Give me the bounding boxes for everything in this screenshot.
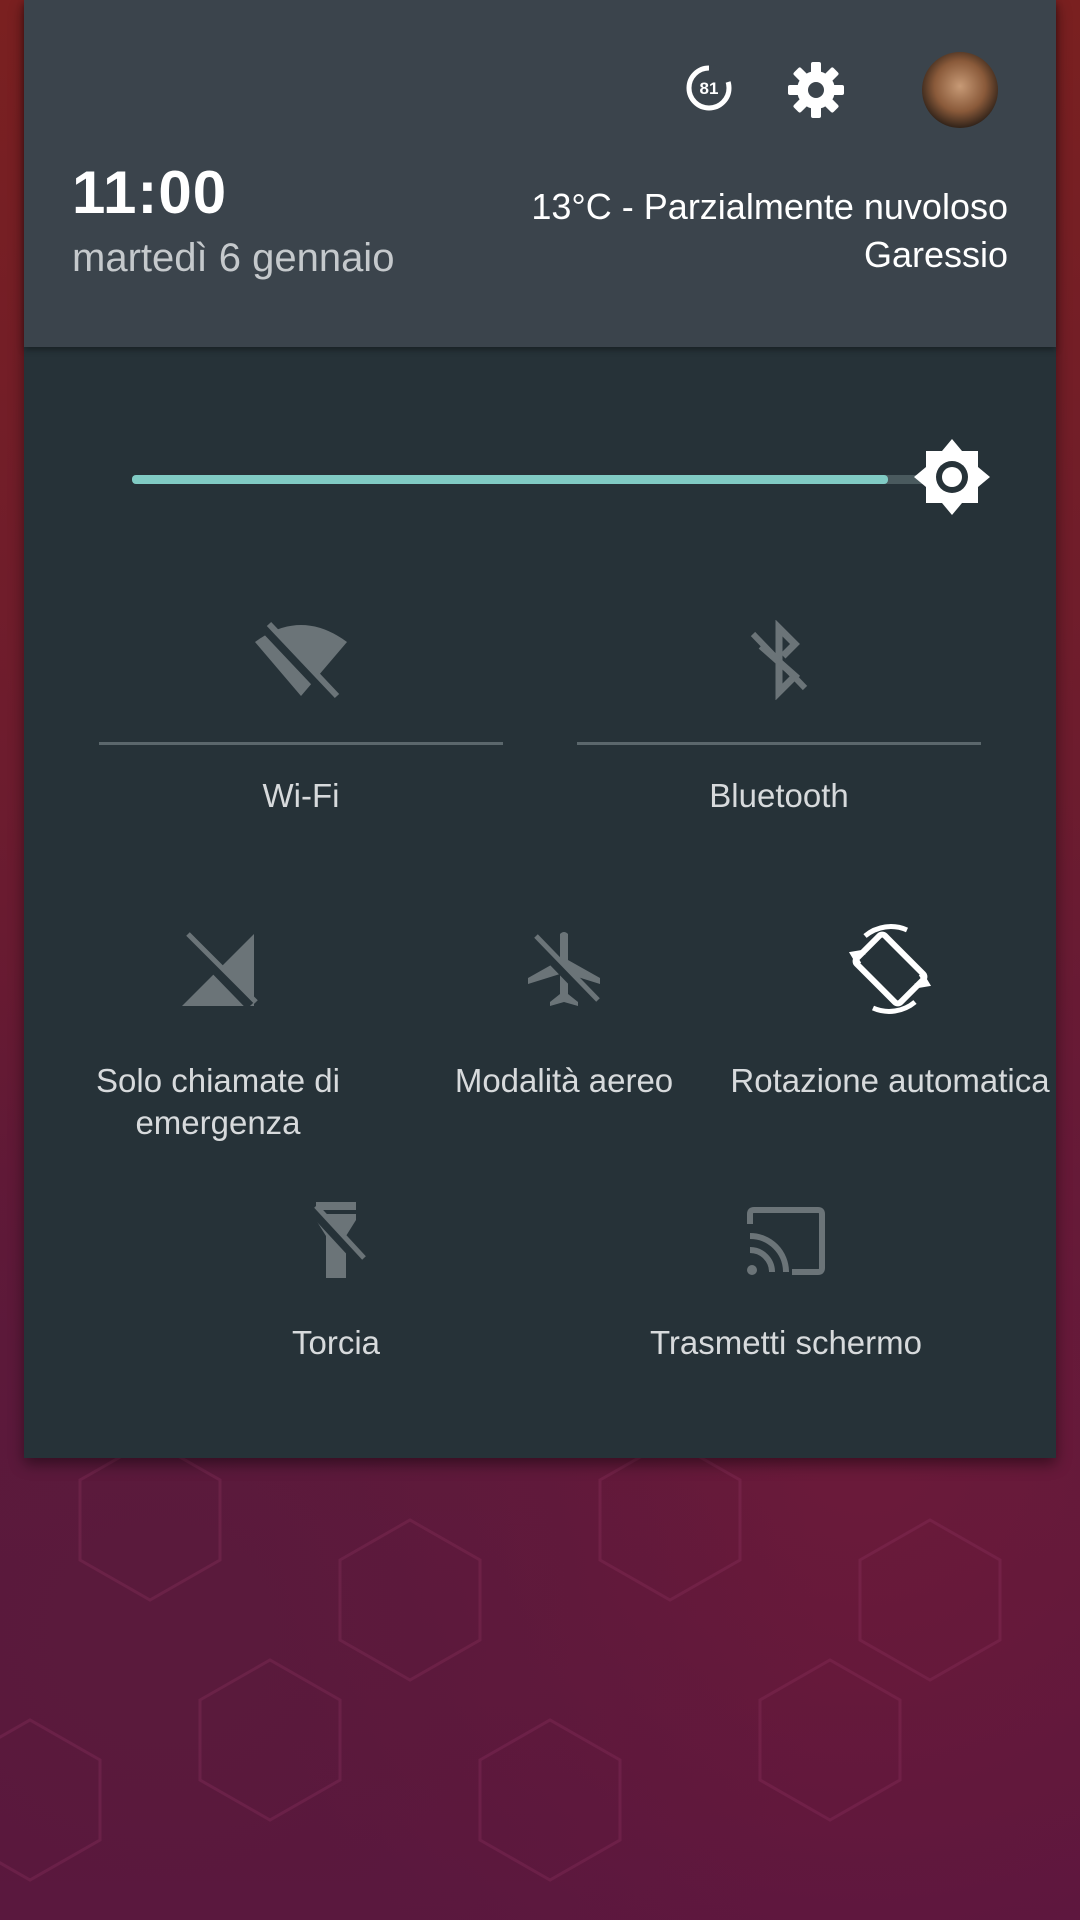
tile-cast-label: Trasmetti schermo — [650, 1324, 922, 1361]
tile-bluetooth-divider — [577, 742, 981, 745]
location-label[interactable]: Garessio — [864, 234, 1008, 276]
status-header: 11:00 martedì 6 gennaio 13°C - Parzialme… — [24, 0, 1056, 347]
tile-emergency-calls[interactable]: Solo chiamate di emergenza — [48, 930, 388, 1150]
tile-bluetooth[interactable]: Bluetooth — [577, 610, 981, 830]
tile-flashlight-label: Torcia — [291, 1324, 381, 1361]
tile-airplane-mode[interactable]: Modalità aereo — [404, 930, 724, 1150]
tile-emergency-label-line1: Solo chiamate di — [96, 1062, 340, 1099]
signal-off-icon — [180, 932, 258, 1010]
clock[interactable]: 11:00 — [72, 158, 227, 227]
tile-flashlight[interactable]: Torcia — [134, 1200, 538, 1380]
tile-auto-rotation[interactable]: Rotazione automatica — [724, 924, 1056, 1150]
screen-rotation-icon — [848, 924, 932, 1014]
user-avatar[interactable] — [922, 52, 998, 128]
wifi-off-icon — [255, 621, 347, 700]
cast-icon — [747, 1207, 825, 1275]
brightness-slider[interactable] — [132, 475, 954, 484]
tile-airplane-label: Modalità aereo — [454, 1062, 674, 1099]
tile-emergency-label-line2: emergenza — [135, 1104, 301, 1141]
flashlight-off-icon — [308, 1202, 366, 1278]
date-label[interactable]: martedì 6 gennaio — [72, 236, 394, 281]
battery-level: 81 — [700, 79, 719, 98]
tile-wifi[interactable]: Wi-Fi — [99, 610, 503, 830]
weather-label[interactable]: 13°C - Parzialmente nuvoloso — [531, 186, 1008, 228]
tile-wifi-divider — [99, 742, 503, 745]
brightness-thumb-icon[interactable] — [912, 437, 992, 517]
battery-icon[interactable]: 81 — [685, 64, 733, 112]
tile-wifi-label: Wi-Fi — [262, 777, 340, 814]
wallpaper-pattern — [0, 1440, 1002, 1882]
bluetooth-disabled-icon — [750, 620, 808, 700]
settings-gear-icon[interactable] — [784, 58, 848, 122]
tile-cast-screen[interactable]: Trasmetti schermo — [584, 1200, 988, 1380]
tile-rotation-label: Rotazione automatica — [730, 1062, 1050, 1099]
quick-settings-panel: 11:00 martedì 6 gennaio 13°C - Parzialme… — [24, 0, 1056, 1458]
airplane-off-icon — [528, 932, 600, 1008]
tile-bluetooth-label: Bluetooth — [709, 777, 849, 814]
brightness-slider-fill — [132, 475, 889, 484]
